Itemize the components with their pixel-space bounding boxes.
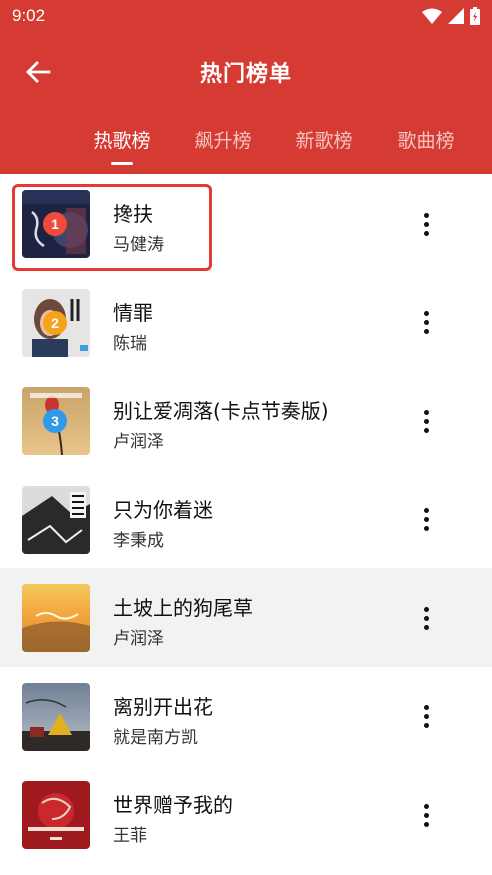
status-icons	[422, 7, 480, 25]
song-artist: 陈瑞	[113, 333, 147, 354]
rank-badge: 3	[43, 409, 67, 433]
song-title: 情罪	[113, 300, 153, 325]
song-title: 别让爱凋落(卡点节奏版)	[113, 399, 329, 423]
song-title: 离别开出花	[113, 694, 213, 719]
status-time: 9:02	[12, 6, 46, 25]
song-artist: 卢润泽	[113, 432, 164, 452]
song-row[interactable]: 离别开出花 就是南方凯	[0, 667, 492, 766]
album-cover	[22, 781, 90, 849]
more-options-button[interactable]	[414, 799, 438, 831]
song-row[interactable]: 土坡上的狗尾草 卢润泽	[0, 568, 492, 667]
song-row[interactable]: 2 情罪 陈瑞	[0, 273, 492, 372]
more-options-button[interactable]	[414, 208, 438, 240]
tab-bar: 热歌榜 飙升榜 新歌榜 歌曲榜	[0, 120, 492, 174]
tab-song-chart[interactable]: 歌曲榜	[381, 126, 471, 153]
song-title: 只为你着迷	[113, 497, 213, 522]
album-cover	[22, 682, 90, 751]
more-options-button[interactable]	[414, 602, 438, 634]
song-artist: 就是南方凯	[113, 727, 198, 748]
song-artist: 马健涛	[113, 235, 164, 255]
song-artist: 王菲	[113, 826, 147, 846]
album-cover	[22, 485, 90, 554]
tab-new-songs[interactable]: 新歌榜	[279, 126, 369, 153]
song-artist: 李秉成	[113, 530, 164, 551]
status-bar: 9:02	[0, 0, 492, 32]
more-options-button[interactable]	[414, 405, 438, 437]
battery-icon	[470, 7, 480, 25]
song-title: 搀扶	[113, 202, 153, 226]
song-artist: 卢润泽	[113, 629, 164, 649]
song-list: 1 搀扶 马健涛 2 情罪 陈瑞 3 别让爱凋落(卡点节奏版) 卢润泽 只为你着…	[0, 174, 492, 864]
album-cover	[22, 584, 90, 652]
page-title: 热门榜单	[199, 62, 292, 87]
signal-icon	[448, 8, 464, 24]
rank-badge: 1	[43, 212, 67, 236]
song-row[interactable]: 3 别让爱凋落(卡点节奏版) 卢润泽	[0, 371, 492, 470]
more-options-button[interactable]	[414, 504, 438, 536]
song-row[interactable]: 1 搀扶 马健涛	[0, 174, 492, 273]
tab-rising[interactable]: 飙升榜	[178, 126, 268, 153]
rank-badge: 2	[43, 310, 67, 335]
song-row[interactable]: 世界赠予我的 王菲	[0, 765, 492, 864]
song-title: 土坡上的狗尾草	[113, 596, 253, 620]
tab-hot-songs[interactable]: 热歌榜	[77, 126, 167, 153]
tab-indicator	[111, 162, 133, 165]
more-options-button[interactable]	[414, 701, 438, 733]
song-row[interactable]: 只为你着迷 李秉成	[0, 470, 492, 569]
more-options-button[interactable]	[414, 307, 438, 339]
header: 9:02 热门榜单 热歌榜 飙升榜 新歌榜 歌曲榜	[0, 0, 492, 174]
song-title: 世界赠予我的	[113, 793, 233, 817]
app-bar: 热门榜单	[0, 32, 492, 112]
wifi-icon	[422, 8, 442, 24]
